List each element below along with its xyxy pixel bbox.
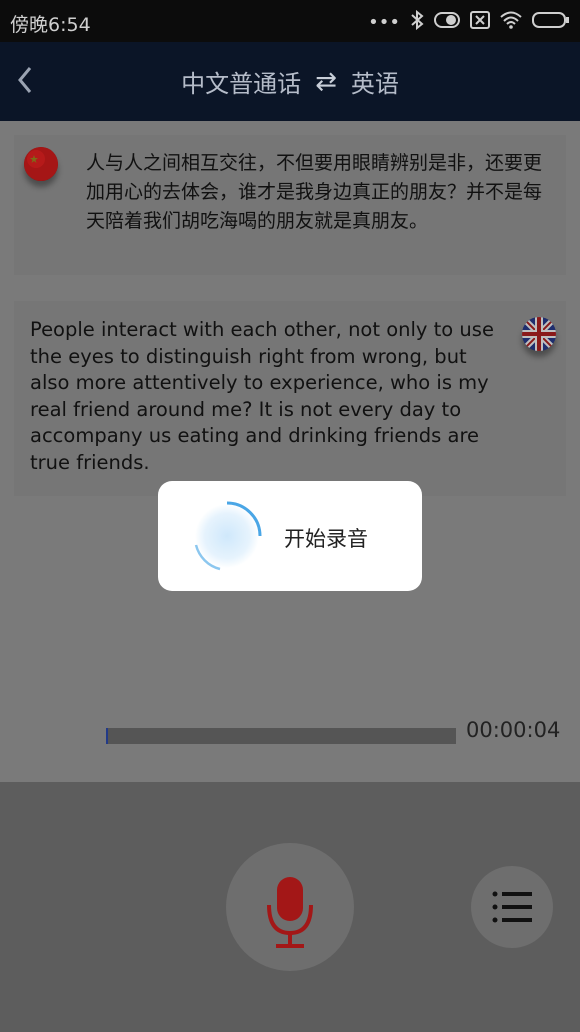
status-time: 傍晚6:54 — [10, 14, 91, 36]
wifi-icon — [500, 11, 522, 34]
bottom-controls — [0, 782, 580, 1032]
playback-progress-bar[interactable] — [106, 728, 456, 744]
bluetooth-icon — [410, 9, 424, 35]
record-button[interactable] — [226, 843, 354, 971]
english-message-text: People interact with each other, not onl… — [30, 318, 494, 474]
battery-icon — [532, 11, 570, 34]
target-language[interactable]: 英语 — [351, 64, 399, 99]
list-menu-icon — [492, 891, 532, 923]
recording-dialog: 开始录音 — [158, 481, 422, 591]
swap-languages-icon[interactable]: ⇄ — [315, 67, 337, 97]
chinese-message-text: 人与人之间相互交往，不但要用眼睛辨别是非，还要更加用心的去体会，谁才是我身边真正… — [86, 152, 543, 232]
status-icons: ••• — [368, 9, 570, 35]
china-flag-icon — [24, 147, 58, 181]
english-message-card[interactable]: People interact with each other, not onl… — [14, 301, 566, 496]
language-selector: 中文普通话 ⇄ 英语 — [0, 64, 580, 99]
recording-spinner-icon — [190, 499, 264, 573]
source-language[interactable]: 中文普通话 — [181, 64, 301, 99]
playback-time: 00:00:04 — [466, 718, 561, 742]
history-list-button[interactable] — [471, 866, 553, 948]
recording-label: 开始录音 — [284, 527, 368, 551]
more-dots-icon: ••• — [368, 12, 400, 33]
translation-content: 人与人之间相互交往，不但要用眼睛辨别是非，还要更加用心的去体会，谁才是我身边真正… — [0, 121, 580, 782]
microphone-icon — [267, 877, 313, 948]
chinese-message-card[interactable]: 人与人之间相互交往，不但要用眼睛辨别是非，还要更加用心的去体会，谁才是我身边真正… — [14, 135, 566, 275]
toggle-icon — [434, 12, 460, 33]
sim-off-icon — [470, 11, 490, 34]
status-bar: 傍晚6:54 ••• — [0, 0, 580, 42]
uk-flag-icon — [522, 317, 556, 351]
title-bar: 中文普通话 ⇄ 英语 — [0, 42, 580, 121]
